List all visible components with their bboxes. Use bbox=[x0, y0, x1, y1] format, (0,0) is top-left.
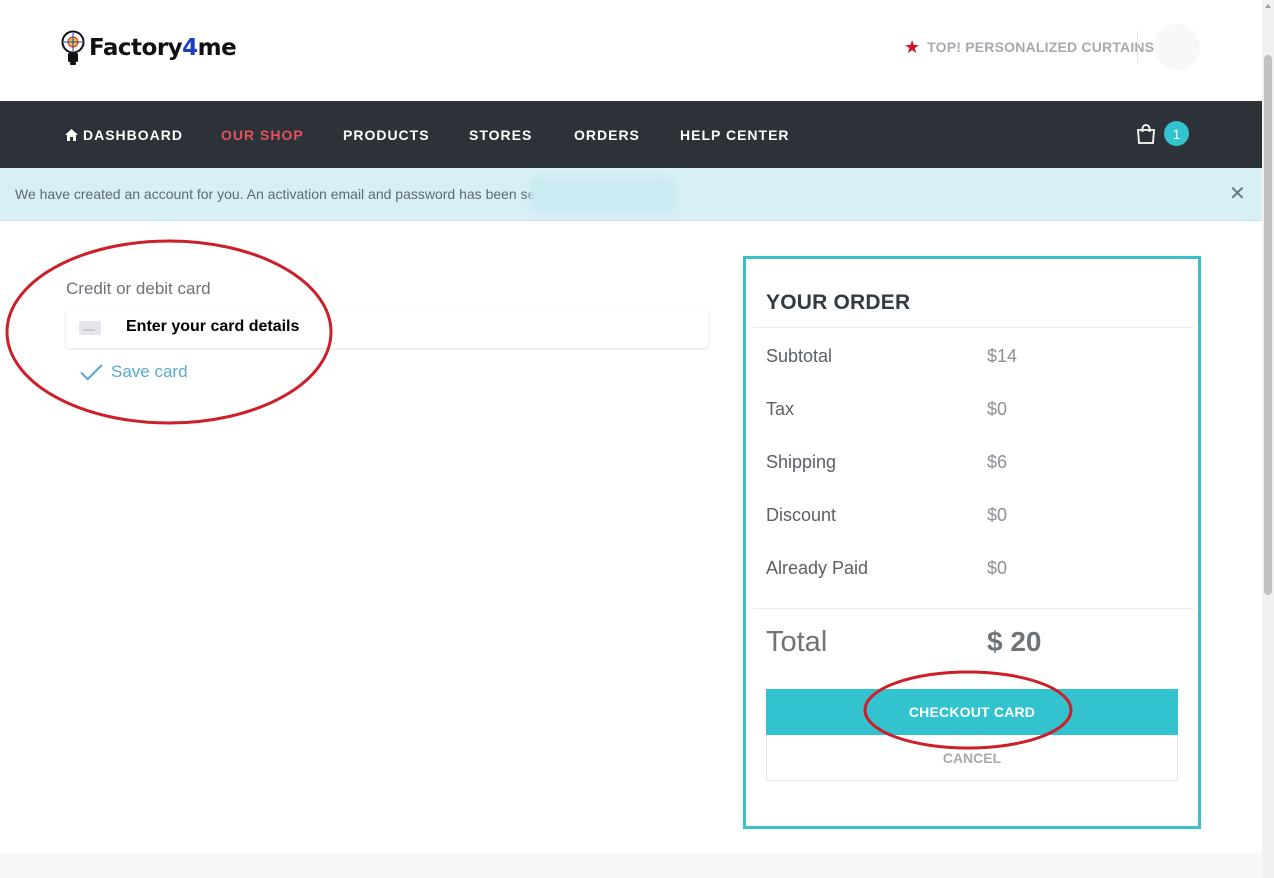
footer-strip bbox=[0, 853, 1262, 878]
order-row-subtotal: Subtotal $14 bbox=[766, 346, 1186, 370]
nav-item-label: STORES bbox=[469, 127, 533, 143]
save-card-checkbox[interactable]: Save card bbox=[80, 362, 188, 382]
site-header: Factory4me ★ TOP! PERSONALIZED CURTAINS bbox=[0, 0, 1262, 101]
nav-item-label: OUR SHOP bbox=[221, 127, 304, 143]
cancel-button[interactable]: CANCEL bbox=[766, 735, 1178, 781]
promo-link[interactable]: ★ TOP! PERSONALIZED CURTAINS bbox=[904, 38, 1154, 56]
nav-item-label: ORDERS bbox=[574, 127, 640, 143]
order-row-already-paid: Already Paid $0 bbox=[766, 558, 1186, 582]
shopping-bag-icon bbox=[1137, 123, 1155, 144]
card-field-label: Credit or debit card bbox=[66, 279, 211, 298]
nav-item-dashboard[interactable]: DASHBOARD bbox=[65, 127, 183, 143]
nav-item-label: PRODUCTS bbox=[343, 127, 430, 143]
lightbulb-logo-icon bbox=[61, 30, 85, 65]
nav-item-help-center[interactable]: HELP CENTER bbox=[680, 127, 790, 143]
order-row-value: $0 bbox=[987, 558, 1008, 578]
promo-label: TOP! PERSONALIZED CURTAINS bbox=[927, 39, 1155, 55]
cart-count-badge: 1 bbox=[1164, 121, 1189, 146]
nav-item-label: DASHBOARD bbox=[83, 127, 183, 143]
order-total: Total $ 20 bbox=[766, 626, 1186, 666]
card-details-input[interactable]: Enter your card details bbox=[66, 308, 708, 348]
divider bbox=[753, 608, 1194, 609]
total-label: Total bbox=[766, 626, 828, 658]
alert-message: We have created an account for you. An a… bbox=[15, 186, 563, 202]
page-scrollbar[interactable] bbox=[1262, 0, 1274, 878]
nav-item-label: HELP CENTER bbox=[680, 127, 790, 143]
main-nav: DASHBOARD OUR SHOP PRODUCTS STORES ORDER… bbox=[0, 101, 1262, 168]
account-created-alert: We have created an account for you. An a… bbox=[0, 168, 1262, 221]
star-icon: ★ bbox=[904, 37, 921, 57]
checkout-card-button[interactable]: CHECKOUT CARD bbox=[766, 689, 1178, 735]
nav-item-products[interactable]: PRODUCTS bbox=[343, 127, 430, 143]
order-row-label: Subtotal bbox=[766, 346, 833, 366]
order-row-value: $14 bbox=[987, 346, 1018, 366]
avatar[interactable] bbox=[1154, 24, 1200, 70]
order-row-label: Tax bbox=[766, 399, 795, 419]
nav-item-stores[interactable]: STORES bbox=[469, 127, 532, 143]
card-input-placeholder: Enter your card details bbox=[126, 318, 300, 335]
scroll-up-arrow-icon[interactable] bbox=[1265, 4, 1271, 8]
order-summary-panel: YOUR ORDER Subtotal $14 Tax $0 Shipping … bbox=[743, 256, 1201, 829]
checkmark-icon bbox=[80, 363, 103, 381]
save-card-label: Save card bbox=[111, 362, 188, 381]
nav-item-orders[interactable]: ORDERS bbox=[574, 127, 640, 143]
order-row-value: $6 bbox=[987, 452, 1008, 472]
header-divider bbox=[1137, 31, 1138, 63]
total-value: $ 20 bbox=[987, 626, 1042, 657]
order-row-value: $0 bbox=[987, 399, 1008, 419]
order-row-tax: Tax $0 bbox=[766, 399, 1186, 423]
logo[interactable]: Factory4me bbox=[61, 29, 237, 67]
order-row-label: Discount bbox=[766, 505, 837, 525]
nav-item-our-shop[interactable]: OUR SHOP bbox=[221, 127, 304, 143]
home-icon bbox=[65, 129, 78, 141]
close-icon[interactable]: ✕ bbox=[1229, 184, 1246, 204]
order-row-label: Shipping bbox=[766, 452, 837, 472]
order-row-label: Already Paid bbox=[766, 558, 869, 578]
scrollbar-thumb[interactable] bbox=[1264, 55, 1272, 595]
divider bbox=[753, 327, 1194, 328]
redacted-email bbox=[530, 178, 675, 212]
logo-text: Factory4me bbox=[89, 35, 237, 61]
order-row-value: $0 bbox=[987, 505, 1008, 525]
credit-card-icon bbox=[79, 321, 101, 335]
checkout-page: Factory4me ★ TOP! PERSONALIZED CURTAINS … bbox=[0, 0, 1262, 878]
cart-button[interactable]: 1 bbox=[1136, 121, 1189, 146]
order-title: YOUR ORDER bbox=[766, 291, 911, 314]
order-row-shipping: Shipping $6 bbox=[766, 452, 1186, 476]
order-row-discount: Discount $0 bbox=[766, 505, 1186, 529]
